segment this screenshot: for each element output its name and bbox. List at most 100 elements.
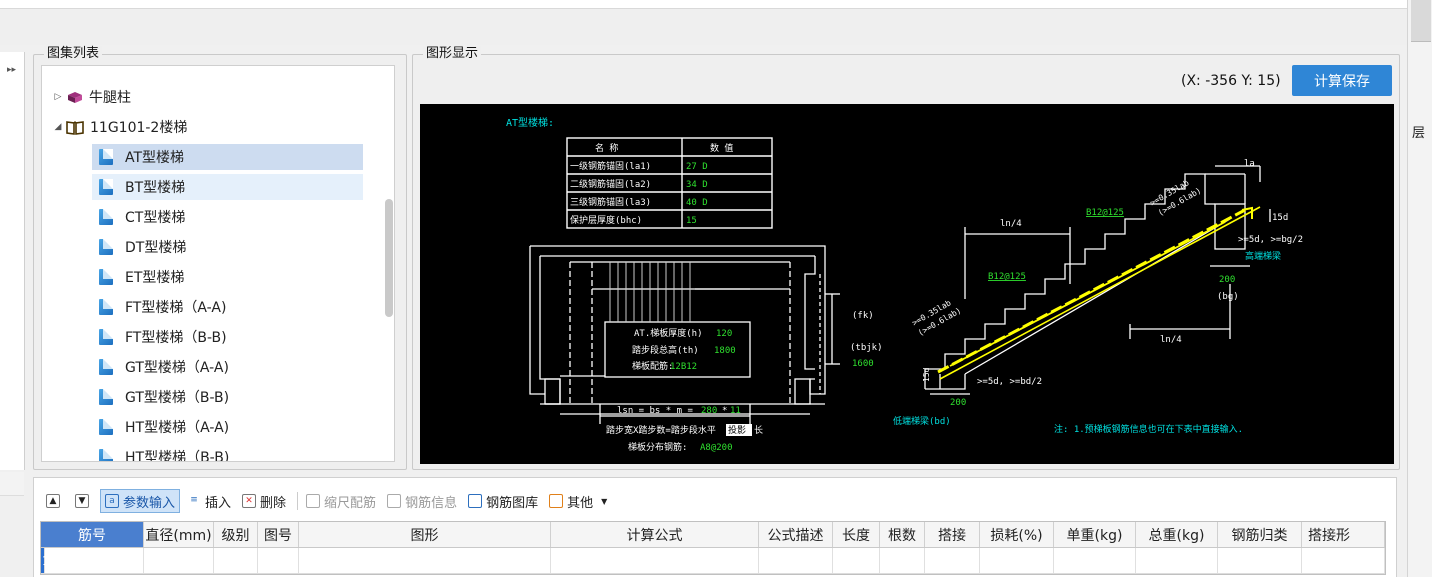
col-header[interactable]: 根数 (880, 522, 925, 547)
graphic-display-title: 图形显示 (423, 46, 482, 62)
cell[interactable] (1302, 548, 1385, 573)
tree-item[interactable]: FT型楼梯（B-B) (92, 324, 363, 350)
tree-item-label: BT型楼梯 (125, 180, 186, 196)
calc-save-button[interactable]: 计算保存 (1292, 65, 1392, 96)
col-header[interactable]: 总重(kg) (1136, 522, 1218, 547)
tree-item-label: HT型楼梯（A-A) (125, 420, 230, 436)
cell[interactable] (1054, 548, 1136, 573)
delete-button[interactable]: ✕ 删除 (238, 489, 290, 513)
cell[interactable] (1218, 548, 1302, 573)
tree-item-label: CT型楼梯 (125, 210, 186, 226)
tree-node-label: 11G101-2楼梯 (90, 120, 188, 136)
expand-arrow-icon[interactable]: ▷ (50, 92, 66, 102)
tree-item[interactable]: HT型楼梯（B-B) (92, 444, 363, 462)
top-bar (0, 0, 1407, 9)
tree-node-corbel[interactable]: ▷ 牛腿柱 (50, 84, 131, 110)
document-icon (99, 449, 113, 461)
cell[interactable] (833, 548, 880, 573)
cell[interactable] (214, 548, 258, 573)
library-icon (468, 494, 483, 508)
tree-item[interactable]: BT型楼梯 (92, 174, 363, 200)
tree-node-label: 牛腿柱 (89, 90, 131, 106)
plan-line-value: 12B12 (670, 362, 697, 372)
info-icon (387, 494, 402, 508)
scale-rebar-button[interactable]: 缩尺配筋 (302, 489, 380, 513)
col-header[interactable]: 级别 (214, 522, 258, 547)
dim-200-bottom: 200 (950, 398, 966, 408)
param-input-button[interactable]: a 参数输入 (100, 489, 181, 513)
table-cell: 保护层厚度(bhc) (570, 214, 642, 226)
tree-item[interactable]: ET型楼梯 (92, 264, 363, 290)
cell[interactable] (759, 548, 833, 573)
tree-item[interactable]: AT型楼梯 (92, 144, 363, 170)
book-closed-icon (66, 91, 82, 104)
rebar-library-button[interactable]: 钢筋图库 (464, 489, 542, 513)
expand-icon[interactable]: ▸▸ (7, 65, 16, 75)
drawing-canvas[interactable]: AT型楼梯: 名 称 数 值 一级钢筋锚固(la1) 27 D 二级钢筋锚固(l… (420, 104, 1394, 464)
cell[interactable] (925, 548, 980, 573)
table-head-name: 名 称 (595, 142, 618, 154)
table-cell: 二级钢筋锚固(la2) (570, 178, 651, 190)
col-header[interactable]: 钢筋归类 (1218, 522, 1302, 547)
col-header[interactable]: 单重(kg) (1054, 522, 1136, 547)
table-head-value: 数 值 (710, 142, 733, 154)
scale-label: 缩尺配筋 (324, 495, 377, 511)
atlas-list-panel: 图集列表 ▷ 牛腿柱 ◢ 11G101-2楼梯 AT型楼梯 BT型楼梯 CT型楼梯 D… (33, 46, 407, 470)
col-header[interactable]: 图号 (258, 522, 299, 547)
tree-scrollbar[interactable] (385, 199, 393, 317)
collapse-arrow-icon[interactable]: ◢ (50, 122, 66, 132)
tree-item[interactable]: GT型楼梯（B-B) (92, 384, 363, 410)
col-header[interactable]: 损耗(%) (980, 522, 1054, 547)
other-menu-button[interactable]: 其他 ▼ (545, 489, 611, 513)
insert-button[interactable]: ≡ 插入 (183, 489, 235, 513)
col-header[interactable]: 计算公式 (551, 522, 759, 547)
table-row[interactable]: 1 (41, 548, 1385, 574)
tree-item[interactable]: DT型楼梯 (92, 234, 363, 260)
dim-15d-top: 15d (1272, 213, 1288, 223)
plan-line: 梯板配筋: (632, 360, 673, 372)
cell[interactable] (258, 548, 299, 573)
coordinate-readout: (X: -356 Y: 15) (1181, 73, 1281, 89)
right-edge-block[interactable] (1411, 0, 1431, 42)
param-icon: a (105, 494, 119, 508)
left-collapsed-pane: ▸▸ (0, 52, 25, 496)
tree-item[interactable]: GT型楼梯（A-A) (92, 354, 363, 380)
col-header[interactable]: 搭接 (925, 522, 980, 547)
plan-line: AT.梯板厚度(h) (634, 327, 703, 339)
tree-node-stairs[interactable]: ◢ 11G101-2楼梯 (50, 114, 188, 140)
col-header[interactable]: 直径(mm) (144, 522, 214, 547)
dim-desc-highlight: 投影 (728, 424, 746, 436)
table-cell: 40 D (686, 198, 708, 208)
move-up-button[interactable]: ▲ (42, 489, 68, 513)
rebar-toolbar: ▲ ▼ a 参数输入 ≡ 插入 ✕ 删除 缩尺配筋 钢筋信息 钢筋图库 其他 ▼ (42, 488, 614, 514)
atlas-list-title: 图集列表 (44, 46, 103, 62)
delete-label: 删除 (260, 495, 287, 511)
cell[interactable] (45, 548, 144, 573)
col-header[interactable]: 图形 (299, 522, 551, 547)
cell[interactable] (299, 548, 551, 573)
drawing-note: 注: 1.预梯板钢筋信息也可在下表中直接输入. (1054, 423, 1243, 435)
dim-5d-bottom: >=5d, >=bd/2 (977, 377, 1042, 387)
col-header[interactable]: 公式描述 (759, 522, 833, 547)
app-window: ▸▸ 层 图集列表 ▷ 牛腿柱 ◢ 11G101-2楼梯 AT型楼梯 BT型楼梯… (0, 0, 1432, 577)
cell[interactable] (1136, 548, 1218, 573)
cell[interactable] (980, 548, 1054, 573)
col-header[interactable]: 长度 (833, 522, 880, 547)
toolbar-divider (297, 492, 299, 510)
dim-count: 11 (730, 406, 741, 416)
tree-item[interactable]: FT型楼梯（A-A) (92, 294, 363, 320)
plan-line: 踏步段总高(th) (632, 344, 699, 356)
tree-item[interactable]: HT型楼梯（A-A) (92, 414, 363, 440)
rebar-info-button[interactable]: 钢筋信息 (383, 489, 461, 513)
cell[interactable] (880, 548, 925, 573)
dim-times: * (722, 406, 727, 416)
move-down-button[interactable]: ▼ (71, 489, 97, 513)
cell[interactable] (551, 548, 759, 573)
col-header[interactable]: 筋号 (41, 522, 144, 547)
col-header[interactable]: 搭接形 (1302, 522, 1385, 547)
dim-lsn: lsn = bs * m = (617, 406, 693, 416)
document-icon (99, 419, 113, 435)
tree-item-label: HT型楼梯（B-B) (125, 450, 230, 462)
cell[interactable] (144, 548, 214, 573)
tree-item[interactable]: CT型楼梯 (92, 204, 363, 230)
